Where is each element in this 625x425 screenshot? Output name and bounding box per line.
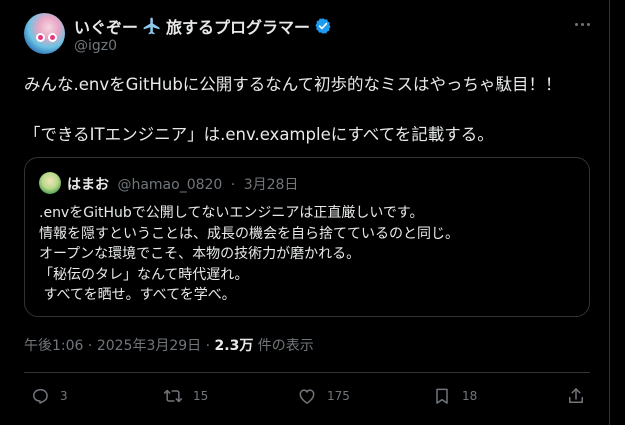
view-count[interactable]: 2.3万 xyxy=(215,338,254,354)
tweet-meta: 午後1:06 · 2025年3月29日 · 2.3万 件の表示 xyxy=(24,335,314,355)
tweet-meta-separator: · xyxy=(205,338,211,354)
author-handle[interactable]: @igz0 xyxy=(74,38,117,54)
author-name-suffix: 旅するプログラマー xyxy=(166,18,311,37)
tweet-detail: いぐぞー 旅するプログラマー @igz0 みんな.envをGitHubに公開する… xyxy=(0,0,610,425)
tweet-time[interactable]: 午後1:06 xyxy=(24,338,83,354)
author-name[interactable]: いぐぞー 旅するプログラマー xyxy=(74,14,332,38)
bookmark-icon xyxy=(432,386,452,406)
reply-icon xyxy=(30,386,50,406)
quoted-tweet[interactable]: はまお @hamao_0820 · 3月28日 .envをGitHubで公開して… xyxy=(24,157,590,317)
quoted-text-line: .envをGitHubで公開してないエンジニアは正直厳しいです。 xyxy=(39,205,424,221)
divider xyxy=(24,372,590,373)
share-icon xyxy=(566,386,586,406)
quoted-date-separator: · xyxy=(230,177,236,193)
tweet-text-line-2: 「できるITエンジニア」は.env.exampleにすべてを記載する。 xyxy=(24,125,494,144)
quoted-text: .envをGitHubで公開してないエンジニアは正直厳しいです。 情報を隠すとい… xyxy=(39,203,459,306)
like-button[interactable]: 175 xyxy=(297,386,350,406)
quoted-author-handle[interactable]: @hamao_0820 xyxy=(117,177,222,193)
reply-button[interactable]: 3 xyxy=(30,386,68,406)
retweet-icon xyxy=(163,386,183,406)
author-avatar[interactable] xyxy=(24,13,65,54)
reply-count: 3 xyxy=(60,389,68,403)
heart-icon xyxy=(297,386,317,406)
view-count-label: 件の表示 xyxy=(257,338,314,354)
bookmark-button[interactable]: 18 xyxy=(432,386,477,406)
more-options-icon[interactable] xyxy=(572,17,592,31)
tweet-meta-separator: · xyxy=(87,338,93,354)
like-count: 175 xyxy=(327,389,350,403)
tweet-text-line-1: みんな.envをGitHubに公開するなんて初歩的なミスはやっちゃ駄目！！ xyxy=(24,75,562,94)
quoted-text-line: 「秘伝のタレ」なんて時代遅れ。 xyxy=(39,266,249,283)
author-name-prefix: いぐぞー xyxy=(74,18,139,37)
quoted-author-header: はまお @hamao_0820 · 3月28日 xyxy=(67,174,298,194)
retweet-button[interactable]: 15 xyxy=(163,386,208,406)
quoted-text-line: すべてを晒せ。すべてを学べ。 xyxy=(39,287,236,303)
quoted-author-avatar[interactable] xyxy=(39,172,61,194)
avatar-eye-right xyxy=(48,33,57,42)
quoted-text-line: 情報を隠すということは、成長の機会を自ら捨てているのと同じ。 xyxy=(39,225,459,242)
avatar-eye-left xyxy=(36,33,45,42)
bookmark-count: 18 xyxy=(462,389,478,403)
quoted-date[interactable]: 3月28日 xyxy=(244,177,299,193)
tweet-date[interactable]: 2025年3月29日 xyxy=(97,338,201,354)
airplane-icon xyxy=(142,16,162,36)
verified-badge-icon[interactable] xyxy=(314,17,332,35)
retweet-count: 15 xyxy=(193,389,209,403)
tweet-text: みんな.envをGitHubに公開するなんて初歩的なミスはやっちゃ駄目！！ 「で… xyxy=(24,72,594,148)
quoted-author-name[interactable]: はまお xyxy=(67,177,109,193)
share-button[interactable] xyxy=(566,386,586,406)
quoted-text-line: オープンな環境でこそ、本物の技術力が磨かれる。 xyxy=(39,246,361,262)
